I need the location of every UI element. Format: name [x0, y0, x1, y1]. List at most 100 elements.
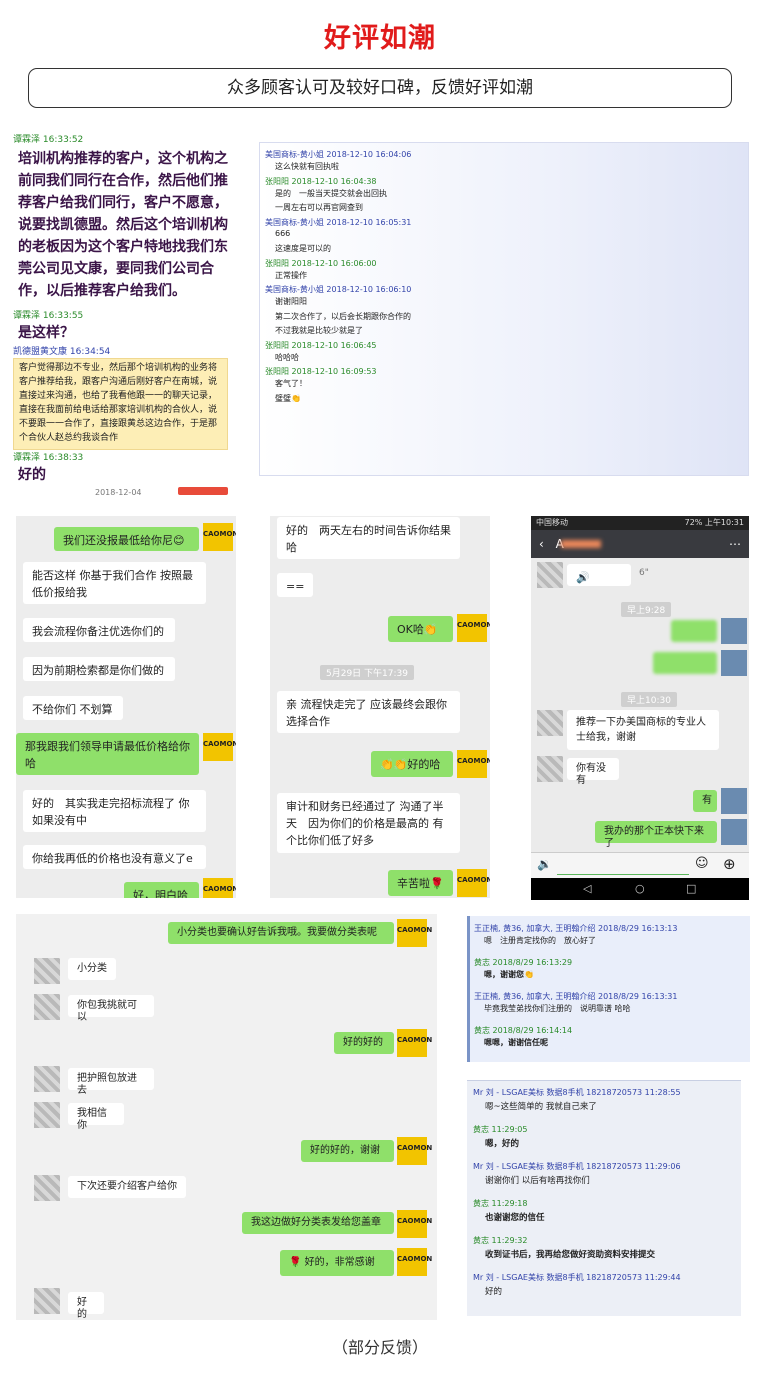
nav-recent-icon[interactable]: □	[686, 878, 696, 900]
caomon-logo-icon: CAOMON	[457, 869, 490, 897]
chat-bubble-other: 你包我挑就可以	[68, 995, 154, 1023]
msg-text: 也谢谢您的信任	[485, 1213, 545, 1223]
chat-header: ‹ A ⋯	[531, 530, 749, 558]
msg-text: 这么快就有回执啦	[275, 162, 339, 171]
chat-bubble-self: 我这边做好分类表发给您盖章	[242, 1212, 394, 1234]
nav-bar: ◁ ○ □	[531, 878, 749, 900]
back-icon[interactable]: ‹	[539, 537, 544, 551]
chat-bubble-other: 能否这样 你基于我们合作 按照最低价报给我	[23, 562, 206, 604]
screenshot-chat-3: 我们还没报最低给你尼😊 CAOMON 能否这样 你基于我们合作 按照最低价报给我…	[16, 516, 236, 898]
chat-bubble-self: 好的好的	[334, 1032, 394, 1054]
avatar	[34, 994, 60, 1020]
avatar	[34, 1102, 60, 1128]
battery-clock: 72% 上午10:31	[684, 518, 744, 527]
caomon-logo-icon: CAOMON	[397, 1248, 432, 1276]
chat-bubble-other: 你有没有	[567, 758, 619, 786]
avatar	[721, 650, 747, 676]
msg-text: 是的 一般当天提交就会出回执	[275, 188, 387, 198]
screenshot-chat-2: 美国商标-黄小姐 2018-12-10 16:04:06 这么快就有回执啦张阳阳 …	[259, 142, 749, 476]
msg-text: 毕竟我莹弟找你们注册的 说明靠谱 哈哈	[484, 1004, 631, 1013]
chat-bubble-self: 有	[693, 790, 717, 812]
msg-header: 黄志 11:29:32	[473, 1236, 528, 1245]
chat-bubble-other: 我会流程你备注优选你们的	[23, 618, 175, 642]
msg-text: 这速度是可以的	[275, 244, 331, 253]
page-title: 好评如潮	[324, 23, 436, 54]
msg-header: 美国商标-黄小姐 2018-12-10 16:04:06	[265, 150, 412, 159]
chat-bubble-other: 你给我再低的价格也没有意义了e	[23, 845, 206, 869]
chat-bubble-other: 把护照包放进去	[68, 1068, 154, 1096]
msg-text: 好的	[485, 1287, 503, 1297]
page-caption: （部分反馈）	[331, 1338, 428, 1357]
msg-text: 嗯，谢谢您👏	[484, 970, 534, 979]
msg-header: 张阳阳 2018-12-10 16:06:45	[265, 340, 377, 350]
caomon-logo-icon: CAOMON	[397, 1137, 432, 1165]
avatar	[537, 562, 563, 588]
voice-message[interactable]: 🔊	[567, 564, 631, 586]
chat-bubble-self: 我们还没报最低给你尼😊	[54, 527, 199, 551]
msg-text: 嗯嗯，谢谢信任呢	[484, 1038, 548, 1047]
avatar	[537, 710, 563, 736]
screenshot-phone-chat: 中国移动 72% 上午10:31 ‹ A ⋯ 🔊 6" 早上9:28 早上10:…	[531, 516, 749, 900]
subtitle-box: 众多顾客认可及较好口碑，反馈好评如潮	[28, 68, 732, 108]
plus-icon[interactable]: ⊕	[723, 855, 736, 873]
msg-text: 谢谢阳阳	[275, 297, 307, 306]
msg-header: 王正楠, 黄36, 加拿大, 王明翰介绍 2018/8/29 16:13:31	[474, 992, 678, 1001]
screenshot-chat-4: 好的 两天左右的时间告诉你结果哈 == OK哈👏 CAOMON 5月29日 下午…	[270, 516, 490, 898]
chat-bubble-self: 好，明白哈	[124, 882, 199, 898]
chat-message: 培训机构推荐的客户，这个机构之前同我们同行在合作，然后他们推荐客户给我们同行，客…	[18, 151, 228, 299]
chat-bubble-self: 那我跟我们领导申请最低价格给你哈	[16, 733, 199, 775]
screenshot-chat-6: 小分类也要确认好告诉我哦。我要做分类表呢 CAOMON 小分类 你包我挑就可以 …	[16, 914, 437, 1320]
chat-bubble-self: 👏👏好的哈	[371, 751, 453, 777]
screenshot-chat-8: Mr 刘 - LSGAE美标 数据8手机 18218720573 11:28:5…	[467, 1080, 741, 1316]
caomon-logo-icon: CAOMON	[203, 523, 236, 551]
chat-bubble-other: 好的 两天左右的时间告诉你结果哈	[277, 517, 460, 559]
msg-header: Mr 刘 - LSGAE美标 数据8手机 18218720573 11:29:4…	[473, 1273, 681, 1282]
chat-bubble-other: 推荐一下办美国商标的专业人士给我，谢谢	[567, 710, 719, 750]
caomon-logo-icon: CAOMON	[397, 1210, 432, 1238]
msg-header: Mr 刘 - LSGAE美标 数据8手机 18218720573 11:29:0…	[473, 1162, 681, 1171]
msg-timestamp: 凯德盟黄文康 16:34:54	[13, 347, 111, 357]
cut-icon	[178, 487, 228, 495]
avatar	[34, 1066, 60, 1092]
chat-message: 好的	[18, 467, 46, 483]
chat-bubble-self: OK哈👏	[388, 616, 453, 642]
chat-bubble-self-blurred	[671, 620, 717, 642]
msg-text: 嗯~这些简单的 我就自己来了	[485, 1102, 597, 1112]
chat-bubble-self: 🌹 好的，非常感谢	[280, 1250, 394, 1276]
avatar	[721, 618, 747, 644]
chat-bubble-other: ==	[277, 573, 313, 597]
status-bar: 中国移动 72% 上午10:31	[531, 516, 749, 530]
msg-text: 璧璧👏	[275, 393, 301, 403]
chat-bubble-other: 好的	[68, 1292, 104, 1320]
chat-bubble-other: 审计和财务已经通过了 沟通了半天 因为你们的价格是最高的 有个比你们低了好多	[277, 793, 460, 853]
msg-header: 美国商标-黄小姐 2018-12-10 16:05:31	[265, 217, 412, 227]
voice-duration: 6"	[639, 568, 649, 578]
nav-home-icon[interactable]: ○	[635, 878, 645, 900]
chat-bubble-other: 小分类	[68, 958, 116, 980]
chat-bubble-other: 下次还要介绍客户给你	[68, 1176, 186, 1198]
msg-text: 正常操作	[275, 270, 307, 280]
msg-text: 谢谢你们 以后有啥再找你们	[485, 1176, 590, 1186]
msg-header: Mr 刘 - LSGAE美标 数据8手机 18218720573 11:28:5…	[473, 1088, 681, 1097]
msg-text: 嗯，好的	[485, 1139, 520, 1149]
chat-bubble-other: 我相信你	[68, 1103, 124, 1131]
chat-bubble-other: 因为前期检索都是你们做的	[23, 657, 175, 681]
nav-back-icon[interactable]: ◁	[583, 878, 591, 900]
chat-time-divider: 早上10:30	[621, 692, 677, 707]
avatar	[34, 1288, 60, 1314]
msg-text: 第二次合作了，以后会长期跟你合作的	[275, 311, 411, 321]
emoji-icon[interactable]: ☺	[695, 856, 709, 871]
msg-text: 不过我就是比较少就是了	[275, 326, 363, 335]
chat-message-highlight: 客户觉得那边不专业，然后那个培训机构的业务将客户推荐给我，跟客户沟通后刚好客户在…	[13, 358, 228, 450]
caomon-logo-icon: CAOMON	[457, 614, 490, 642]
screenshot-chat-1: 谭霖泽 16:33:52 培训机构推荐的客户，这个机构之前同我们同行在合作，然后…	[10, 128, 230, 496]
chat-bubble-self: 小分类也要确认好告诉我哦。我要做分类表呢	[168, 922, 394, 944]
voice-icon: 🔊	[576, 571, 590, 584]
msg-header: 黄志 11:29:18	[473, 1199, 528, 1208]
message-input[interactable]	[557, 857, 689, 875]
more-icon[interactable]: ⋯	[729, 530, 741, 558]
chat-bubble-self-blurred	[653, 652, 717, 674]
avatar	[34, 958, 60, 984]
chat-time-divider: 5月29日 下午17:39	[320, 665, 414, 680]
voice-input-icon[interactable]: 🔉	[537, 857, 552, 871]
